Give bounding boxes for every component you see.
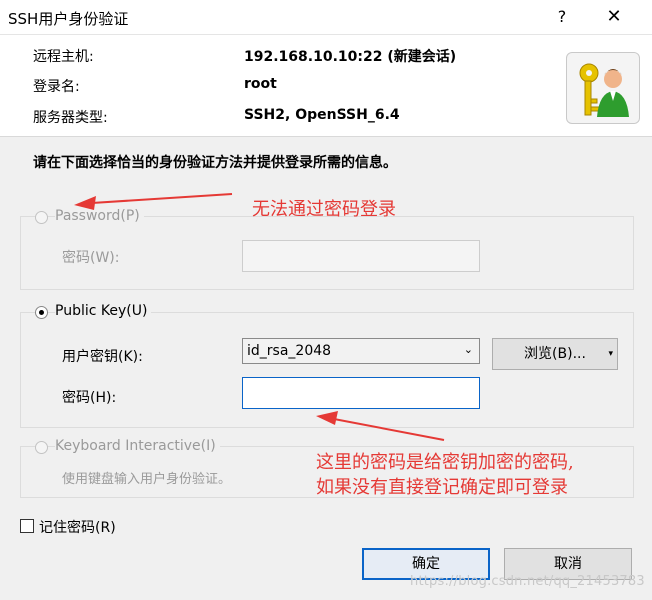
- annotation-password-note: 无法通过密码登录: [252, 199, 396, 220]
- watermark: https://blog.csdn.net/qq_21453783: [410, 574, 645, 589]
- annotation-key-note-line2: 如果没有直接登记确定即可登录: [316, 477, 568, 498]
- annotation-arrows: [74, 193, 445, 441]
- annotation-key-note-line1: 这里的密码是给密钥加密的密码,: [316, 452, 574, 473]
